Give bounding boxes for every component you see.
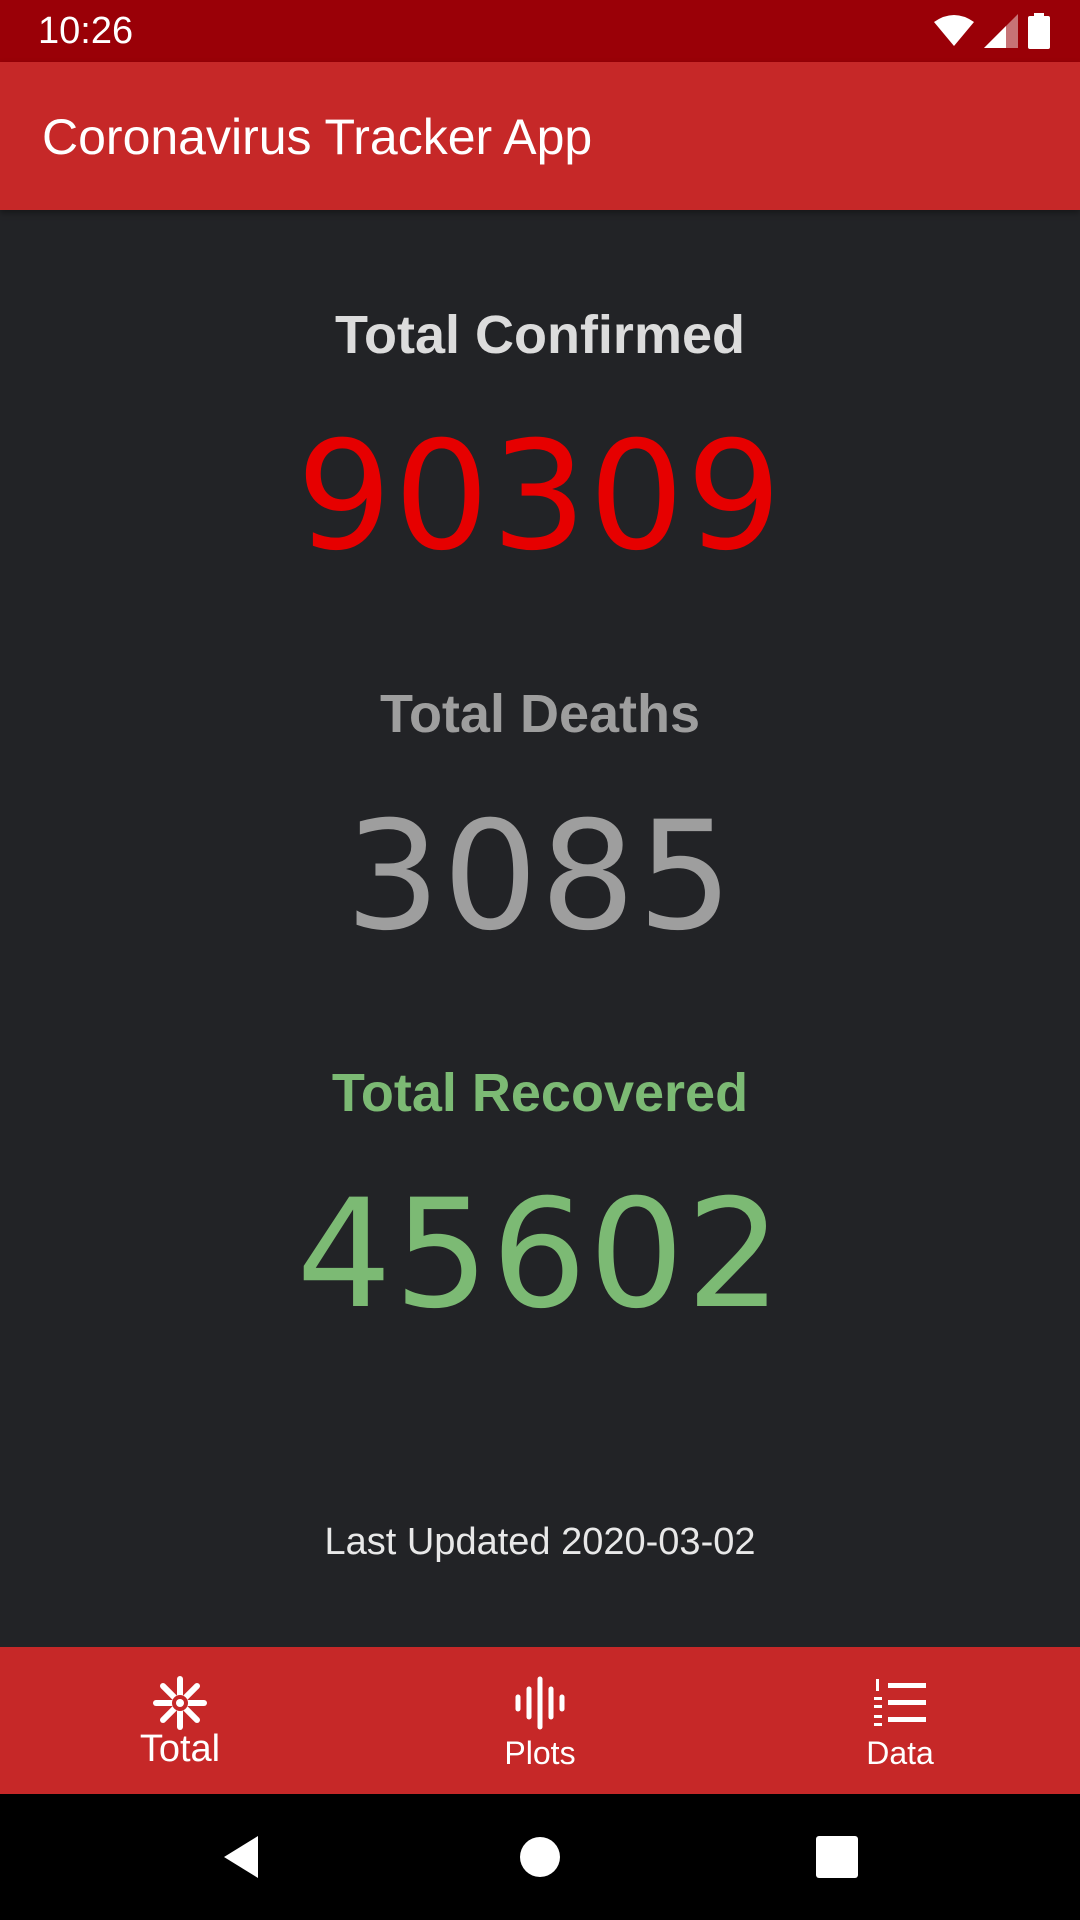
nav-item-total[interactable]: Total [0,1647,360,1794]
nav-label-data: Data [866,1735,934,1771]
status-bar: 10:26 [0,0,1080,62]
back-icon[interactable] [216,1830,270,1884]
last-updated: Last Updated 2020-03-02 [0,1518,1080,1566]
cell-signal-icon [984,14,1018,48]
status-icons [934,12,1050,50]
nav-label-plots: Plots [504,1735,576,1771]
bottom-navigation: Total Plots Data [0,1647,1080,1794]
asterisk-icon [153,1676,207,1730]
waveform-icon [515,1676,565,1730]
nav-item-data[interactable]: Data [720,1647,1080,1794]
total-deaths-value: 3085 [345,790,735,964]
total-recovered-label: Total Recovered [331,1063,749,1123]
total-recovered-value: 45602 [296,1168,784,1342]
app-title: Coronavirus Tracker App [42,109,593,165]
total-deaths-label: Total Deaths [379,684,701,744]
system-navigation-bar [0,1794,1080,1920]
status-time: 10:26 [38,10,134,52]
wifi-icon [934,15,974,46]
battery-icon [1028,13,1050,49]
nav-label-total: Total [139,1728,221,1770]
total-confirmed-label: Total Confirmed [335,305,745,365]
recents-icon[interactable] [810,1830,864,1884]
last-updated-label: Last Updated [324,1521,551,1563]
numbered-list-icon [874,1679,926,1726]
total-confirmed-value: 90309 [296,410,784,584]
nav-item-plots[interactable]: Plots [360,1647,720,1794]
last-updated-date: 2020-03-02 [561,1521,756,1563]
home-icon[interactable] [513,1830,567,1884]
app-screen: 10:26 Coronavirus Tracker App Total Conf… [0,0,1080,1920]
app-bar: Coronavirus Tracker App [0,62,1080,210]
